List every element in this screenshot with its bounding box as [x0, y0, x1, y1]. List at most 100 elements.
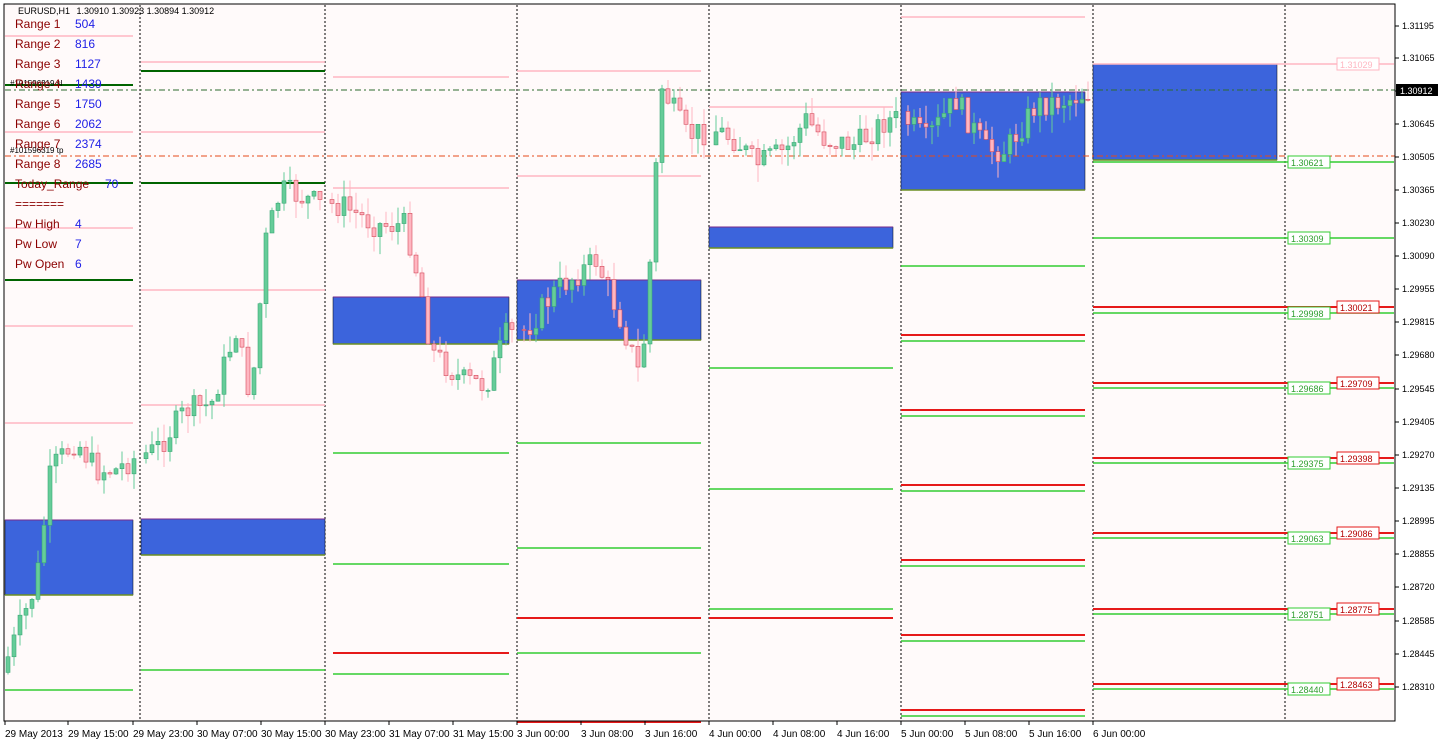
- time-tick-label: 6 Jun 00:00: [1093, 729, 1146, 740]
- candle-body: [839, 136, 845, 149]
- candle-body: [425, 296, 431, 345]
- candle-body: [227, 351, 233, 358]
- candle-body: [185, 407, 191, 417]
- candle-body: [1031, 108, 1037, 117]
- candle-body: [689, 123, 695, 139]
- candle-body: [641, 343, 647, 368]
- candle-body: [611, 279, 617, 311]
- candle-body: [1013, 134, 1019, 143]
- candle-body: [77, 446, 83, 456]
- candle-body: [539, 297, 545, 329]
- candle-body: [527, 329, 533, 336]
- time-tick-label: 30 May 15:00: [261, 729, 322, 740]
- info-row-pw-high: Pw High 4: [15, 217, 82, 231]
- candle-body: [149, 444, 155, 454]
- candle-body: [329, 199, 335, 204]
- candle-body: [1073, 99, 1079, 104]
- price-chart[interactable]: #101596319 sl #101596319 tp 1.31195 1.31065…: [0, 0, 1440, 744]
- candle-body: [875, 119, 881, 145]
- candle-body: [59, 448, 65, 455]
- time-tick-label: 29 May 15:00: [68, 729, 129, 740]
- level-label-green: 1.28751: [1291, 610, 1324, 620]
- candle-body: [779, 144, 785, 151]
- candle-body: [113, 468, 119, 475]
- candle-body: [887, 117, 893, 133]
- candle-body: [941, 113, 947, 118]
- candle-body: [413, 254, 419, 274]
- candle-body: [869, 141, 875, 145]
- candle-body: [755, 148, 761, 166]
- candle-body: [17, 614, 23, 636]
- price-tick-label: 1.28310: [1402, 682, 1435, 692]
- candle-body: [881, 119, 887, 133]
- candle-body: [233, 338, 239, 353]
- candle-body: [659, 88, 665, 163]
- candle-body: [173, 410, 179, 439]
- info-row-range-3: Range 3 1127: [15, 57, 101, 71]
- candle-body: [467, 369, 473, 376]
- price-tick-label: 1.30645: [1402, 119, 1435, 129]
- candle-body: [749, 145, 755, 149]
- candle-body: [725, 127, 731, 140]
- candle-body: [803, 113, 809, 129]
- info-row-pw-low: Pw Low 7: [15, 237, 82, 251]
- level-label-green: 1.30621: [1291, 158, 1324, 168]
- candle-body: [311, 191, 317, 197]
- candle-body: [683, 109, 689, 125]
- candle-body: [419, 272, 425, 298]
- candle-body: [785, 145, 791, 151]
- candle-body: [95, 452, 101, 481]
- level-label-green: 1.29686: [1291, 384, 1324, 394]
- level-label-green: 1.29998: [1291, 309, 1324, 319]
- range-box: [516, 279, 702, 341]
- candle-body: [455, 374, 461, 380]
- candle-body: [863, 128, 869, 143]
- candle-body: [965, 97, 971, 134]
- candle-body: [545, 297, 551, 307]
- info-row-today-range: Today_Range 70: [15, 177, 119, 191]
- candle-body: [299, 200, 305, 204]
- info-row-range-6: Range 6 2062: [15, 117, 102, 131]
- candle-body: [617, 309, 623, 328]
- candle-body: [5, 656, 11, 673]
- time-tick-label: 4 Jun 16:00: [837, 729, 890, 740]
- candle-body: [479, 378, 485, 391]
- candle-body: [827, 144, 833, 147]
- level-label-pink: 1.31029: [1340, 60, 1373, 70]
- price-tick-label: 1.28445: [1402, 649, 1435, 659]
- candle-body: [29, 599, 35, 609]
- candle-body: [245, 346, 251, 395]
- candle-body: [989, 139, 995, 152]
- level-label-red: 1.28775: [1340, 605, 1373, 615]
- candle-body: [1037, 97, 1043, 117]
- chart-canvas[interactable]: #101596319 sl#101596319 tp1.311951.31065…: [0, 0, 1440, 744]
- candle-body: [731, 139, 737, 151]
- info-row-range-5: Range 5 1750: [15, 97, 102, 111]
- candle-body: [1049, 97, 1055, 116]
- current-price-label: 1.30912: [1400, 86, 1433, 96]
- candle-body: [1019, 137, 1025, 143]
- candle-body: [767, 148, 773, 151]
- candle-body: [65, 448, 71, 455]
- candle-body: [497, 340, 503, 359]
- price-tick-label: 1.29680: [1402, 350, 1435, 360]
- candle-body: [203, 404, 209, 407]
- candle-body: [599, 266, 605, 278]
- candle-body: [935, 116, 941, 126]
- price-tick-label: 1.29135: [1402, 483, 1435, 493]
- level-label-green: 1.29063: [1291, 534, 1324, 544]
- time-tick-label: 29 May 2013: [5, 729, 63, 740]
- candle-body: [365, 214, 371, 229]
- candle-body: [551, 286, 557, 307]
- candle-body: [845, 136, 851, 150]
- candle-body: [809, 113, 815, 126]
- candle-body: [737, 149, 743, 152]
- price-tick-label: 1.31195: [1402, 21, 1434, 31]
- time-tick-label: 29 May 23:00: [133, 729, 194, 740]
- candle-body: [575, 279, 581, 286]
- candle-body: [557, 277, 563, 288]
- candle-body: [719, 127, 725, 133]
- candle-body: [953, 98, 959, 110]
- info-row-separator: =======: [15, 197, 65, 211]
- time-tick-label: 31 May 07:00: [389, 729, 450, 740]
